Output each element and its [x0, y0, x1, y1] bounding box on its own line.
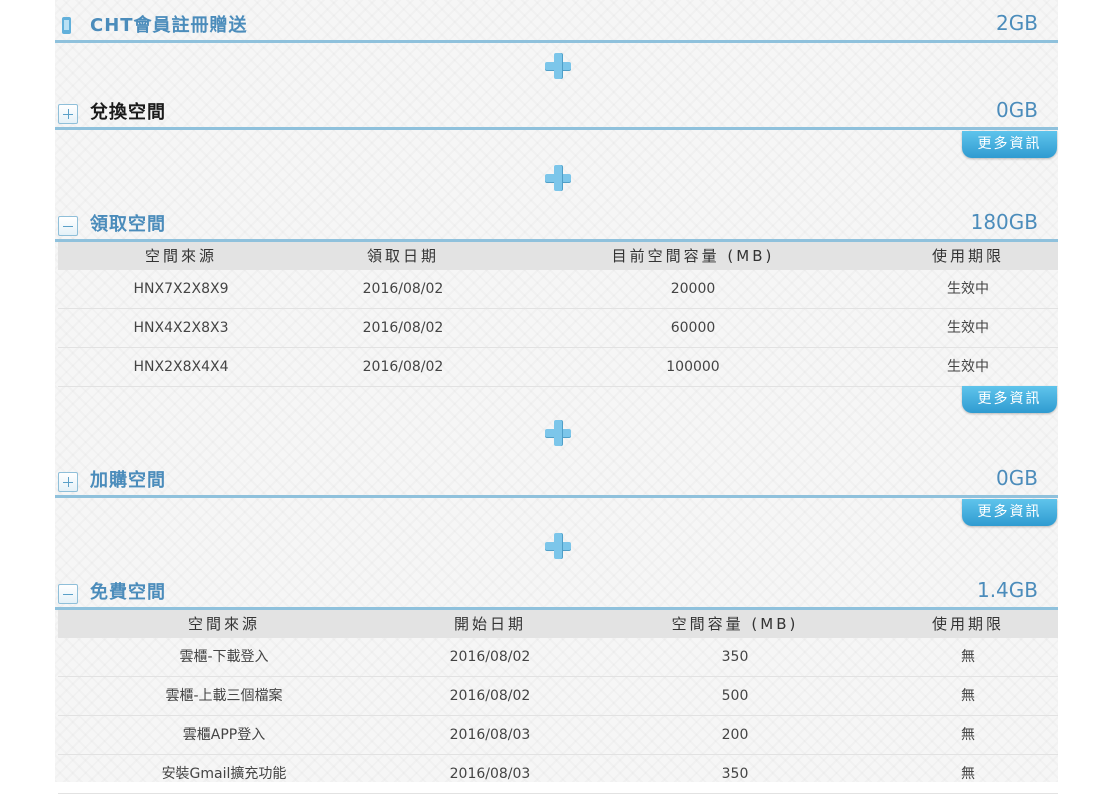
- section-purchase-header[interactable]: 加購空間 0GB: [55, 458, 1058, 498]
- section-free-header[interactable]: 免費空間 1.4GB: [55, 570, 1058, 610]
- section-cht-header: CHT會員註冊贈送 2GB: [55, 3, 1058, 43]
- table-header: 空間來源 領取日期 目前空間容量 (MB) 使用期限: [58, 242, 1058, 270]
- section-cht-title: CHT會員註冊贈送: [90, 15, 248, 36]
- table-cell: 200: [721, 727, 749, 743]
- purchase-more-info-button[interactable]: 更多資訊: [962, 499, 1057, 526]
- table-cell: 無: [961, 766, 975, 782]
- table-row: HNX7X2X8X9 2016/08/02 20000 生效中: [58, 270, 1058, 309]
- free-table: 空間來源 開始日期 空間容量 (MB) 使用期限 雲櫃-下載登入 2016/08…: [58, 610, 1058, 794]
- section-free-value: 1.4GB: [976, 578, 1038, 602]
- section-divider: [55, 40, 1058, 43]
- table-cell: HNX2X8X4X4: [133, 359, 229, 375]
- claim-table: 空間來源 領取日期 目前空間容量 (MB) 使用期限 HNX7X2X8X9 20…: [58, 242, 1058, 387]
- table-cell: 60000: [670, 320, 716, 336]
- table-cell: 2016/08/02: [362, 359, 444, 375]
- table-row: 雲櫃-下載登入 2016/08/02 350 無: [58, 638, 1058, 677]
- table-cell: HNX4X2X8X3: [133, 320, 229, 336]
- table-cell: 2016/08/02: [362, 281, 444, 297]
- collapse-icon[interactable]: [58, 216, 78, 236]
- table-cell: 20000: [670, 281, 716, 297]
- table-cell: 500: [721, 688, 749, 704]
- table-cell: 雲櫃-上載三個檔案: [165, 688, 283, 704]
- table-cell: 2016/08/02: [449, 649, 531, 665]
- plus-icon: [545, 420, 571, 446]
- section-exchange-title: 兌換空間: [90, 102, 166, 123]
- table-cell: 無: [961, 727, 975, 743]
- expand-icon[interactable]: [58, 472, 78, 492]
- table-header: 空間來源 開始日期 空間容量 (MB) 使用期限: [58, 610, 1058, 638]
- column-header: 開始日期: [453, 615, 526, 633]
- table-cell: 2016/08/03: [449, 766, 531, 782]
- plus-icon: [545, 533, 571, 559]
- claim-more-info-button[interactable]: 更多資訊: [962, 386, 1057, 413]
- table-row: HNX4X2X8X3 2016/08/02 60000 生效中: [58, 309, 1058, 348]
- collapse-icon[interactable]: [58, 584, 78, 604]
- table-row: 雲櫃-上載三個檔案 2016/08/02 500 無: [58, 677, 1058, 716]
- phone-icon: [62, 17, 71, 34]
- column-header: 領取日期: [366, 247, 439, 265]
- table-cell: 無: [961, 649, 975, 665]
- table-row: 雲櫃APP登入 2016/08/03 200 無: [58, 716, 1058, 755]
- table-cell: 安裝Gmail擴充功能: [161, 766, 287, 782]
- column-header: 空間來源: [144, 247, 217, 265]
- section-free-title: 免費空間: [90, 582, 166, 603]
- table-cell: 2016/08/02: [449, 688, 531, 704]
- section-purchase-value: 0GB: [996, 466, 1038, 490]
- table-cell: 100000: [666, 359, 720, 375]
- column-header: 目前空間容量 (MB): [611, 247, 775, 265]
- plus-icon: [545, 53, 571, 79]
- section-claim-title: 領取空間: [90, 214, 166, 235]
- column-header: 空間容量 (MB): [671, 615, 799, 633]
- space-panel: CHT會員註冊贈送 2GB 兌換空間 0GB 更多資訊 領取空間 180GB 空…: [55, 0, 1058, 794]
- section-divider: [55, 495, 1058, 498]
- table-cell: HNX7X2X8X9: [133, 281, 229, 297]
- table-row: 安裝Gmail擴充功能 2016/08/03 350 無: [58, 755, 1058, 794]
- plus-icon: [545, 165, 571, 191]
- section-claim-value: 180GB: [970, 210, 1038, 234]
- table-cell: 雲櫃APP登入: [182, 727, 266, 743]
- section-cht-value: 2GB: [996, 11, 1038, 35]
- column-header: 使用期限: [931, 247, 1004, 265]
- exchange-more-info-button[interactable]: 更多資訊: [962, 131, 1057, 158]
- section-purchase-title: 加購空間: [90, 470, 166, 491]
- section-exchange-value: 0GB: [996, 98, 1038, 122]
- table-cell: 生效中: [947, 359, 989, 375]
- table-cell: 350: [721, 766, 749, 782]
- column-header: 空間來源: [187, 615, 260, 633]
- table-cell: 無: [961, 688, 975, 704]
- expand-icon[interactable]: [58, 104, 78, 124]
- table-row: HNX2X8X4X4 2016/08/02 100000 生效中: [58, 348, 1058, 387]
- table-cell: 生效中: [947, 320, 989, 336]
- section-exchange-header[interactable]: 兌換空間 0GB: [55, 90, 1058, 130]
- table-cell: 2016/08/02: [362, 320, 444, 336]
- section-divider: [55, 127, 1058, 130]
- section-claim-header[interactable]: 領取空間 180GB: [55, 202, 1058, 242]
- column-header: 使用期限: [931, 615, 1004, 633]
- table-cell: 雲櫃-下載登入: [179, 649, 269, 665]
- table-cell: 生效中: [947, 281, 989, 297]
- table-cell: 2016/08/03: [449, 727, 531, 743]
- table-cell: 350: [721, 649, 749, 665]
